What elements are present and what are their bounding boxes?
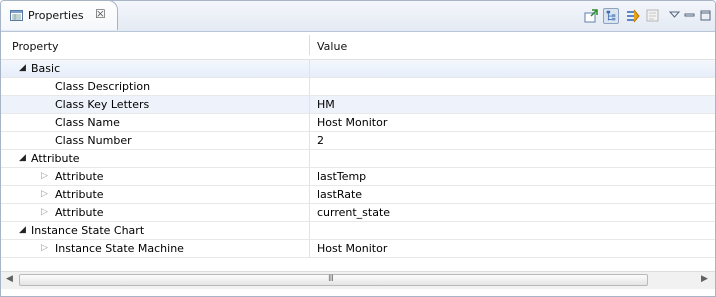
property-label: Instance State Chart <box>31 224 145 237</box>
table-row[interactable]: ▷ Attribute lastRate <box>1 186 715 204</box>
expand-toggle-icon[interactable]: ▷ <box>41 207 48 217</box>
column-divider[interactable] <box>309 35 310 55</box>
expand-toggle-icon[interactable]: ◢ <box>19 153 26 163</box>
property-label: Class Description <box>55 80 151 93</box>
scroll-left-icon[interactable]: ◀ <box>6 274 13 284</box>
scroll-right-icon[interactable]: ▶ <box>701 274 708 284</box>
property-table: ◢ Basic Class Description Class Key Lett… <box>1 60 715 263</box>
restore-default-icon[interactable] <box>645 8 661 24</box>
minimize-icon[interactable] <box>682 8 698 24</box>
tab-properties[interactable]: Properties ☒ <box>1 1 118 30</box>
tab-label: Properties <box>28 9 84 22</box>
view-tabbar: Properties ☒ <box>1 1 715 32</box>
property-label: Instance State Machine <box>55 242 184 255</box>
close-icon[interactable]: ☒ <box>95 7 106 21</box>
property-label: Attribute <box>55 206 104 219</box>
column-header-value[interactable]: Value <box>317 40 347 53</box>
expand-toggle-icon[interactable]: ▷ <box>41 243 48 253</box>
table-row[interactable]: Class Name Host Monitor <box>1 114 715 132</box>
property-label: Attribute <box>31 152 80 165</box>
table-header: Property Value <box>1 32 715 60</box>
property-label: Class Key Letters <box>55 98 150 111</box>
properties-icon <box>10 10 23 21</box>
scrollbar-thumb[interactable]: III <box>19 274 648 286</box>
property-label: Attribute <box>55 170 104 183</box>
filter-advanced-icon[interactable] <box>625 8 641 24</box>
property-value[interactable]: lastTemp <box>317 170 366 183</box>
table-row[interactable]: ▷ Attribute lastTemp <box>1 168 715 186</box>
table-row[interactable]: ▷ Attribute current_state <box>1 204 715 222</box>
categories-icon[interactable] <box>603 8 619 24</box>
table-row[interactable]: Class Description <box>1 78 715 96</box>
table-row[interactable]: ▷ Instance State Machine Host Monitor <box>1 240 715 258</box>
property-label: Class Name <box>55 116 120 129</box>
grip-icon: III <box>328 274 334 284</box>
maximize-icon[interactable] <box>698 8 714 24</box>
property-value[interactable]: Host Monitor <box>317 116 387 129</box>
table-row[interactable]: Class Number 2 <box>1 132 715 150</box>
property-value[interactable]: lastRate <box>317 188 362 201</box>
table-row-instance-state-chart[interactable]: ◢ Instance State Chart <box>1 222 715 240</box>
expand-toggle-icon[interactable]: ▷ <box>41 189 48 199</box>
properties-view: Properties ☒ Property Value ◢ Basic Clas… <box>0 0 716 297</box>
table-row-attribute-group[interactable]: ◢ Attribute <box>1 150 715 168</box>
expand-toggle-icon[interactable]: ◢ <box>19 225 26 235</box>
expand-toggle-icon[interactable]: ◢ <box>19 63 26 73</box>
property-value[interactable]: 2 <box>317 134 324 147</box>
table-row-basic[interactable]: ◢ Basic <box>1 60 715 78</box>
property-value[interactable]: Host Monitor <box>317 242 387 255</box>
table-row[interactable]: Class Key Letters HM <box>1 96 715 114</box>
property-label: Class Number <box>55 134 132 147</box>
expand-toggle-icon[interactable]: ▷ <box>41 171 48 181</box>
column-header-property[interactable]: Property <box>12 40 59 53</box>
property-label: Attribute <box>55 188 104 201</box>
horizontal-scrollbar[interactable]: ◀ III ▶ <box>1 271 715 289</box>
pin-editor-icon[interactable] <box>583 8 599 24</box>
property-value[interactable]: current_state <box>317 206 390 219</box>
property-value[interactable]: HM <box>317 98 335 111</box>
property-label: Basic <box>31 62 61 75</box>
view-menu-icon[interactable] <box>667 8 683 24</box>
